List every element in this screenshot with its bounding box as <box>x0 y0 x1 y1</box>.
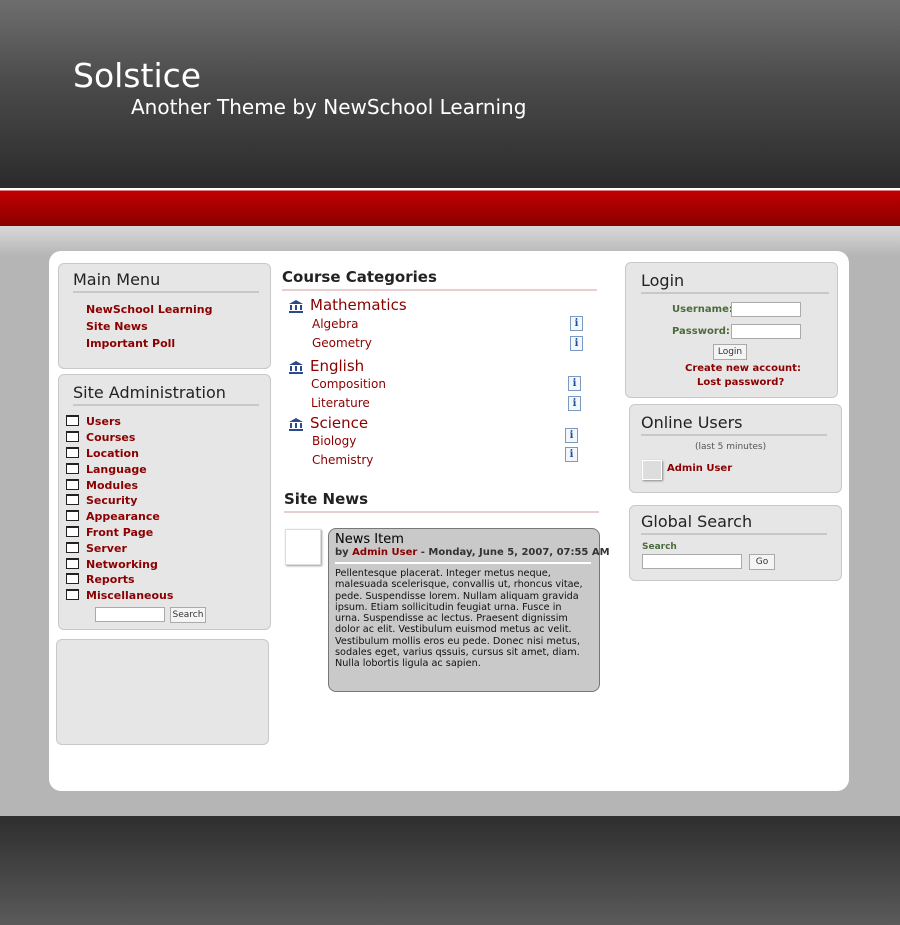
folder-icon <box>66 446 79 458</box>
admin-item-language[interactable]: Language <box>66 461 173 477</box>
username-label: Username: <box>672 304 733 315</box>
folder-icon <box>66 494 79 506</box>
password-input[interactable] <box>731 324 801 339</box>
folder-icon <box>66 525 79 537</box>
empty-block <box>56 639 269 745</box>
online-user-link[interactable]: Admin User <box>667 463 732 474</box>
course-link-algebra[interactable]: Algebra <box>312 317 358 331</box>
site-subtitle: Another Theme by NewSchool Learning <box>131 95 527 119</box>
folder-icon <box>66 573 79 585</box>
course-categories-title: Course Categories <box>282 268 437 286</box>
global-search-input[interactable] <box>642 554 742 569</box>
admin-item-users[interactable]: Users <box>66 414 173 430</box>
category-icon <box>288 416 304 431</box>
folder-icon <box>66 478 79 490</box>
page-footer <box>0 816 900 925</box>
category-mathematics[interactable]: Mathematics <box>288 296 407 314</box>
site-title: Solstice <box>73 56 202 95</box>
news-divider <box>335 562 591 564</box>
admin-item-courses[interactable]: Courses <box>66 430 173 446</box>
category-icon <box>288 298 304 313</box>
global-search-block: Global Search Search Go <box>629 505 842 581</box>
create-account-link[interactable]: Create new account: <box>685 363 801 374</box>
admin-item-networking[interactable]: Networking <box>66 556 173 572</box>
news-author-link[interactable]: Admin User <box>352 547 417 558</box>
admin-search-button[interactable]: Search <box>170 607 206 623</box>
login-block: Login Username: Password: Login Create n… <box>625 262 838 398</box>
news-item-title: News Item <box>335 532 404 547</box>
info-icon[interactable]: i <box>570 336 583 351</box>
folder-icon <box>66 541 79 553</box>
lost-password-link[interactable]: Lost password? <box>697 377 784 388</box>
news-item: News Item by Admin User - Monday, June 5… <box>328 528 610 692</box>
category-english[interactable]: English <box>288 357 364 375</box>
admin-item-appearance[interactable]: Appearance <box>66 509 173 525</box>
folder-icon <box>66 510 79 522</box>
main-menu-title: Main Menu <box>73 270 259 293</box>
news-item-meta: by Admin User - Monday, June 5, 2007, 07… <box>335 547 610 558</box>
admin-item-miscellaneous[interactable]: Miscellaneous <box>66 588 173 604</box>
user-avatar <box>642 460 662 480</box>
info-icon[interactable]: i <box>570 316 583 331</box>
online-users-block: Online Users (last 5 minutes) Admin User <box>629 404 842 493</box>
site-admin-list: Users Courses Location Language Modules … <box>66 414 173 604</box>
login-button[interactable]: Login <box>713 344 747 360</box>
page-header: Solstice Another Theme by NewSchool Lear… <box>0 0 900 188</box>
course-link-biology[interactable]: Biology <box>312 434 356 448</box>
section-divider <box>282 289 597 291</box>
category-name[interactable]: English <box>310 357 364 375</box>
site-admin-block: Site Administration Users Courses Locati… <box>58 374 271 630</box>
global-search-title: Global Search <box>641 512 827 535</box>
folder-icon <box>66 415 79 427</box>
main-menu-block: Main Menu NewSchool Learning Site News I… <box>58 263 271 369</box>
admin-item-modules[interactable]: Modules <box>66 477 173 493</box>
category-name[interactable]: Science <box>310 414 368 432</box>
info-icon[interactable]: i <box>565 428 578 443</box>
folder-icon <box>66 557 79 569</box>
admin-item-location[interactable]: Location <box>66 446 173 462</box>
news-item-body: Pellentesque placerat. Integer metus neq… <box>335 568 583 670</box>
global-search-label: Search <box>642 542 677 552</box>
admin-item-reports[interactable]: Reports <box>66 572 173 588</box>
course-link-geometry[interactable]: Geometry <box>312 336 372 350</box>
course-link-chemistry[interactable]: Chemistry <box>312 453 373 467</box>
course-link-composition[interactable]: Composition <box>311 377 386 391</box>
section-divider <box>284 511 599 513</box>
global-search-go-button[interactable]: Go <box>749 554 775 570</box>
online-users-title: Online Users <box>641 413 827 436</box>
folder-icon <box>66 431 79 443</box>
login-title: Login <box>641 271 829 294</box>
admin-item-security[interactable]: Security <box>66 493 173 509</box>
info-icon[interactable]: i <box>565 447 578 462</box>
category-name[interactable]: Mathematics <box>310 296 407 314</box>
folder-icon <box>66 589 79 601</box>
username-input[interactable] <box>731 302 801 317</box>
category-science[interactable]: Science <box>288 414 368 432</box>
admin-item-front-page[interactable]: Front Page <box>66 525 173 541</box>
site-news-title: Site News <box>284 490 369 508</box>
header-accent-band <box>0 188 900 226</box>
category-icon <box>288 359 304 374</box>
info-icon[interactable]: i <box>568 376 581 391</box>
course-link-literature[interactable]: Literature <box>311 396 370 410</box>
online-users-period: (last 5 minutes) <box>695 442 767 452</box>
admin-item-server[interactable]: Server <box>66 540 173 556</box>
password-label: Password: <box>672 326 730 337</box>
menu-link-important-poll[interactable]: Important Poll <box>86 337 175 350</box>
author-avatar <box>285 529 321 565</box>
folder-icon <box>66 462 79 474</box>
site-admin-title: Site Administration <box>73 383 259 406</box>
admin-search-input[interactable] <box>95 607 165 622</box>
info-icon[interactable]: i <box>568 396 581 411</box>
